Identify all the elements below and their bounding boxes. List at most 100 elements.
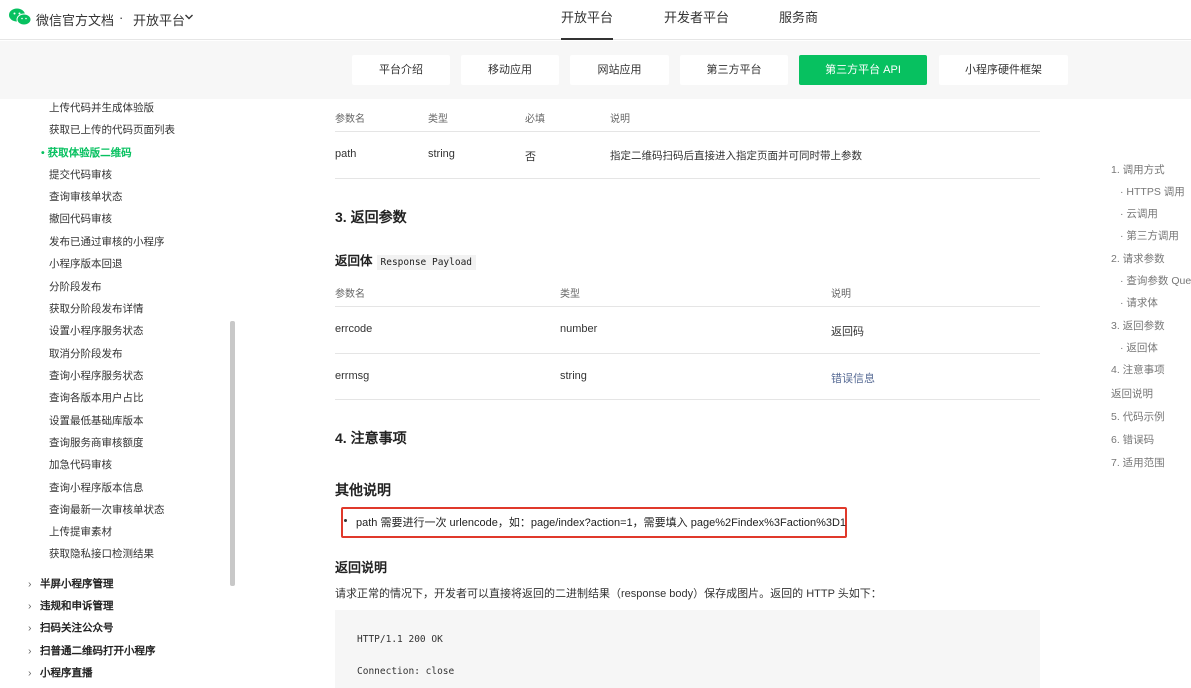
sidebar-group[interactable]: › 扫普通二维码打开小程序 xyxy=(28,643,156,658)
toc-item[interactable]: 2. 请求参数 xyxy=(1111,251,1165,266)
sidebar-group-label: 扫码关注公众号 xyxy=(40,622,114,634)
error-info-link[interactable]: 错误信息 xyxy=(831,370,875,386)
toc-item[interactable]: · HTTPS 调用 xyxy=(1120,184,1185,199)
sidebar-group[interactable]: › 违规和申诉管理 xyxy=(28,598,114,613)
chevron-right-icon: › xyxy=(28,600,32,612)
sidebar-item[interactable]: 取消分阶段发布 xyxy=(49,346,123,361)
sidebar-item[interactable]: 查询小程序版本信息 xyxy=(49,480,144,495)
topnav-service-provider[interactable]: 服务商 xyxy=(779,0,818,40)
sidebar-item-label: 获取体验版二维码 xyxy=(47,147,132,159)
table-cell: path xyxy=(335,148,357,160)
table-header: 类型 xyxy=(428,114,448,125)
toc-item[interactable]: 5. 代码示例 xyxy=(1111,409,1165,424)
table-cell: number xyxy=(560,323,598,335)
code-line: Connection: close xyxy=(357,666,455,677)
wechat-logo-icon[interactable] xyxy=(8,7,32,27)
divider xyxy=(335,353,1040,354)
table-cell: errcode xyxy=(335,323,373,335)
chevron-right-icon: › xyxy=(28,667,32,679)
toc-item[interactable]: 4. 注意事项 xyxy=(1111,362,1165,377)
table-header: 说明 xyxy=(831,289,851,300)
topnav-open-platform[interactable]: 开放平台 xyxy=(561,0,614,40)
divider xyxy=(335,131,1040,132)
toc-item[interactable]: · 查询参数 Que xyxy=(1120,273,1191,288)
sidebar-item[interactable]: 查询最新一次审核单状态 xyxy=(49,502,165,517)
table-header: 必填 xyxy=(525,114,545,125)
sidebar-item[interactable]: 小程序版本回退 xyxy=(49,256,123,271)
subtab-platform-intro[interactable]: 平台介绍 xyxy=(352,55,450,85)
table-header: 参数名 xyxy=(335,289,365,300)
toc-item[interactable]: · 返回体 xyxy=(1120,340,1158,355)
chevron-right-icon: › xyxy=(28,645,32,657)
chevron-down-icon[interactable] xyxy=(184,12,194,22)
section-heading: 4. 注意事项 xyxy=(335,430,407,446)
return-heading: 返回说明 xyxy=(335,560,388,575)
sidebar-item[interactable]: 上传代码并生成体验版 xyxy=(49,100,154,115)
left-sidebar: 上传代码并生成体验版 获取已上传的代码页面列表 • 获取体验版二维码 提交代码审… xyxy=(0,99,230,688)
table-header: 类型 xyxy=(560,289,580,300)
sidebar-group-label: 小程序直播 xyxy=(40,667,93,679)
return-paragraph: 请求正常的情况下，开发者可以直接将返回的二进制结果（response body）… xyxy=(335,588,882,600)
toc-item[interactable]: · 请求体 xyxy=(1120,295,1158,310)
sidebar-item[interactable]: 获取已上传的代码页面列表 xyxy=(49,122,175,137)
sidebar-item[interactable]: 发布已通过审核的小程序 xyxy=(49,234,165,249)
toc-item[interactable]: · 云调用 xyxy=(1120,206,1158,221)
note-text: path 需要进行一次 urlencode，如：page/index?actio… xyxy=(356,517,847,529)
subtab-website-app[interactable]: 网站应用 xyxy=(570,55,669,85)
topnav-developer-platform[interactable]: 开发者平台 xyxy=(664,0,729,40)
sidebar-item[interactable]: 设置小程序服务状态 xyxy=(49,323,144,338)
table-header: 说明 xyxy=(610,114,630,125)
brand-separator: · xyxy=(119,10,124,25)
sidebar-item[interactable]: 提交代码审核 xyxy=(49,167,112,182)
section-heading: 3. 返回参数 xyxy=(335,209,407,225)
sidebar-item[interactable]: 设置最低基础库版本 xyxy=(49,413,144,428)
sidebar-item[interactable]: 查询审核单状态 xyxy=(49,189,123,204)
sidebar-item[interactable]: 撤回代码审核 xyxy=(49,211,112,226)
sidebar-group-label: 扫普通二维码打开小程序 xyxy=(40,645,156,657)
code-line: HTTP/1.1 200 OK xyxy=(357,634,443,645)
subtab-hardware-framework[interactable]: 小程序硬件框架 xyxy=(939,55,1068,85)
table-cell: string xyxy=(560,370,587,382)
sidebar-item-active[interactable]: • 获取体验版二维码 xyxy=(41,145,132,160)
sidebar-item[interactable]: 查询服务商审核额度 xyxy=(49,435,144,450)
toc-item[interactable]: 6. 错误码 xyxy=(1111,432,1154,447)
sidebar-scrollbar[interactable] xyxy=(230,321,235,586)
payload-heading: 返回体 Response Payload xyxy=(335,250,477,270)
toc-item[interactable]: 1. 调用方式 xyxy=(1111,162,1165,177)
sidebar-group-label: 半屏小程序管理 xyxy=(40,578,114,590)
subtab-third-party[interactable]: 第三方平台 xyxy=(680,55,788,85)
table-cell: 返回码 xyxy=(831,326,864,338)
platform-switcher[interactable]: 开放平台 xyxy=(133,10,185,29)
toc-item[interactable]: · 第三方调用 xyxy=(1120,228,1179,243)
subtab-mobile-app[interactable]: 移动应用 xyxy=(461,55,559,85)
table-cell: errmsg xyxy=(335,370,370,382)
table-cell: string xyxy=(428,148,455,160)
sidebar-item[interactable]: 获取分阶段发布详情 xyxy=(49,301,144,316)
sidebar-group-label: 违规和申诉管理 xyxy=(40,600,114,612)
code-block: HTTP/1.1 200 OK Connection: close xyxy=(335,610,1040,688)
other-notes-heading: 其他说明 xyxy=(335,482,391,498)
top-header: 微信官方文档 · 开放平台 开放平台 开发者平台 服务商 xyxy=(0,0,1191,40)
brand-title[interactable]: 微信官方文档 xyxy=(36,10,114,29)
chevron-right-icon: › xyxy=(28,578,32,590)
payload-title: 返回体 xyxy=(335,254,373,268)
sidebar-item[interactable]: 加急代码审核 xyxy=(49,457,112,472)
subtab-third-party-api[interactable]: 第三方平台 API xyxy=(799,55,927,85)
sidebar-item[interactable]: 上传提审素材 xyxy=(49,524,112,539)
toc-item[interactable]: 7. 适用范围 xyxy=(1111,455,1165,470)
sidebar-item[interactable]: 查询各版本用户占比 xyxy=(49,390,144,405)
sidebar-item[interactable]: 查询小程序服务状态 xyxy=(49,368,144,383)
sidebar-item[interactable]: 获取隐私接口检测结果 xyxy=(49,546,154,561)
sidebar-group[interactable]: › 小程序直播 xyxy=(28,665,93,680)
table-cell: 指定二维码扫码后直接进入指定页面并可同时带上参数 xyxy=(610,150,862,162)
table-cell: 否 xyxy=(525,151,536,163)
divider xyxy=(335,306,1040,307)
sidebar-group[interactable]: › 半屏小程序管理 xyxy=(28,576,114,591)
divider xyxy=(335,178,1040,179)
toc-item[interactable]: 返回说明 xyxy=(1111,386,1153,401)
sidebar-group[interactable]: › 扫码关注公众号 xyxy=(28,620,114,635)
toc-item[interactable]: 3. 返回参数 xyxy=(1111,318,1165,333)
table-header: 参数名 xyxy=(335,114,365,125)
divider xyxy=(335,399,1040,400)
sidebar-item[interactable]: 分阶段发布 xyxy=(49,279,102,294)
